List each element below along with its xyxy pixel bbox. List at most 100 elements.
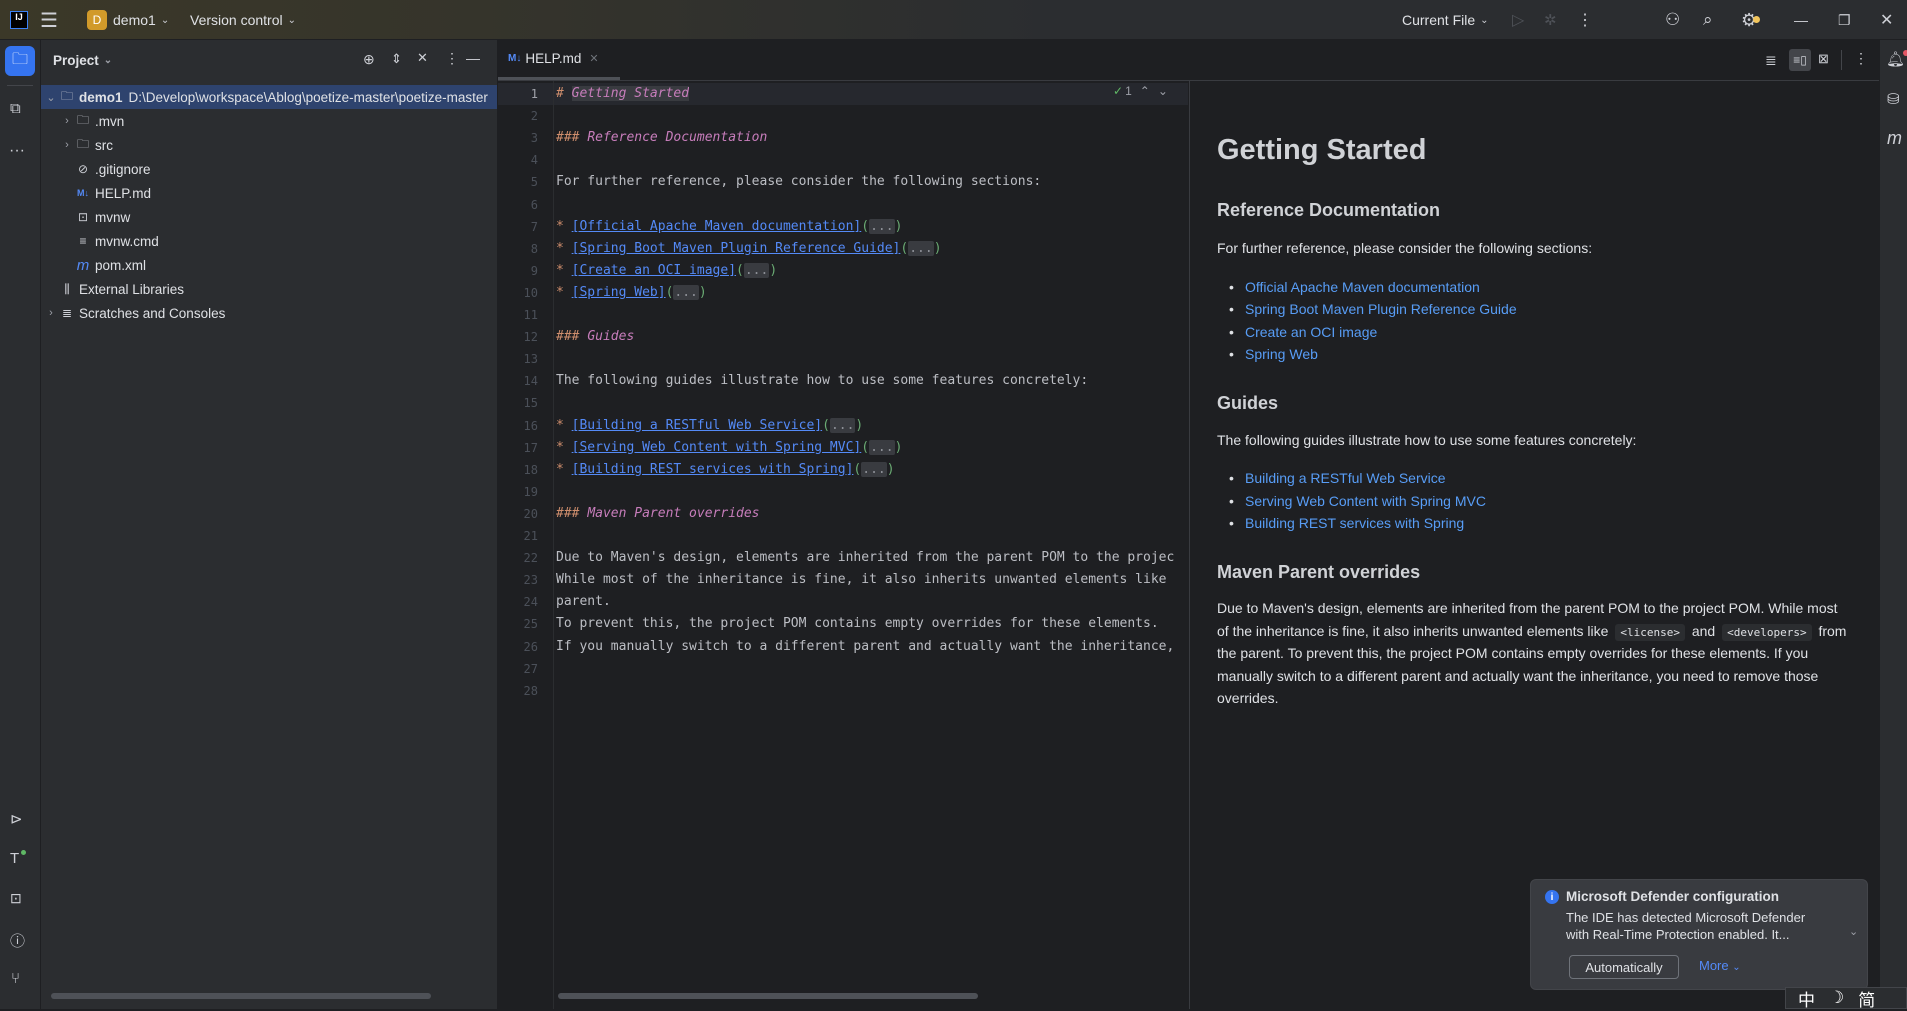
more-actions-button[interactable]: ⋮: [1854, 50, 1868, 67]
tree-item-mvnw-cmd[interactable]: ≡ mvnw.cmd: [41, 229, 497, 253]
close-window-button[interactable]: ✕: [1880, 0, 1893, 40]
code-with-me-button[interactable]: ⚇: [1665, 0, 1680, 40]
split-view-button[interactable]: ≡▯: [1789, 49, 1811, 71]
search-button[interactable]: ⌕: [1703, 0, 1713, 40]
tree-item-external-libraries[interactable]: ⫼ External Libraries: [41, 277, 497, 301]
link-text[interactable]: [Building REST services with Spring]: [572, 462, 854, 477]
build-tool-button[interactable]: T: [10, 850, 26, 867]
folded-url: ...: [673, 284, 699, 300]
restore-button[interactable]: ❐: [1838, 0, 1851, 40]
preview-only-button[interactable]: ⊠: [1818, 51, 1829, 67]
preview-link[interactable]: Spring Web: [1229, 346, 1318, 362]
services-tool-button[interactable]: ⊳: [10, 810, 23, 828]
run-services-icon: ⊳: [10, 811, 23, 828]
code-line[interactable]: ### Guides: [556, 326, 634, 348]
tree-item-pom-xml[interactable]: m pom.xml: [41, 253, 497, 277]
tab-help-md[interactable]: M↓ HELP.md ✕: [498, 40, 620, 80]
expand-notification-icon[interactable]: ⌄: [1849, 925, 1858, 938]
preview-link[interactable]: Spring Boot Maven Plugin Reference Guide: [1229, 301, 1517, 317]
chevron-up-icon[interactable]: ⌃: [1140, 84, 1150, 98]
code-line[interactable]: Due to Maven's design, elements are inhe…: [556, 547, 1174, 569]
options-button[interactable]: ⋮: [445, 50, 459, 67]
notifications-button[interactable]: 🔔︎: [1886, 50, 1907, 68]
run-button[interactable]: ▷: [1512, 0, 1524, 40]
preview-link[interactable]: Building REST services with Spring: [1229, 515, 1464, 531]
preview-link[interactable]: Building a RESTful Web Service: [1229, 470, 1445, 486]
code-line[interactable]: The following guides illustrate how to u…: [556, 370, 1088, 392]
info-icon: i: [1545, 890, 1559, 904]
code-line[interactable]: * [Building REST services with Spring](.…: [556, 459, 895, 481]
inspection-widget[interactable]: ✓ 1 ⌃ ⌄: [1113, 84, 1168, 98]
notification-body: The IDE has detected Microsoft Defender: [1566, 910, 1806, 925]
link-text[interactable]: [Official Apache Maven documentation]: [572, 219, 862, 234]
code-line[interactable]: # Getting Started: [556, 83, 690, 105]
code-line[interactable]: * [Create an OCI image](...): [556, 260, 777, 282]
code-line[interactable]: parent.: [556, 591, 611, 613]
code-line[interactable]: * [Serving Web Content with Spring MVC](…: [556, 437, 902, 459]
collapse-all-button[interactable]: ✕: [417, 50, 428, 66]
code-line[interactable]: ### Reference Documentation: [556, 127, 767, 149]
link-text[interactable]: [Building a RESTful Web Service]: [572, 418, 822, 433]
code-line[interactable]: ### Maven Parent overrides: [556, 503, 760, 525]
tree-item-demo1[interactable]: ⌄ 🗀 demo1 D:\Develop\workspace\Ablog\poe…: [41, 85, 497, 109]
line-number: 26: [523, 639, 538, 654]
code-line[interactable]: While most of the inheritance is fine, i…: [556, 569, 1166, 591]
editor-horizontal-scrollbar[interactable]: [558, 993, 978, 999]
tree-item-scratches[interactable]: › ≣ Scratches and Consoles: [41, 301, 497, 325]
tree-item-mvn[interactable]: › 🗀 .mvn: [41, 109, 497, 133]
automatically-button[interactable]: Automatically: [1569, 955, 1679, 979]
expand-all-button[interactable]: ⇕: [391, 51, 402, 67]
git-tool-button[interactable]: ⑂: [11, 970, 20, 987]
problems-tool-button[interactable]: ⓘ: [10, 930, 25, 951]
line-number: 8: [530, 241, 538, 256]
folded-url: ...: [829, 417, 856, 433]
editor-only-button[interactable]: ≣: [1765, 52, 1777, 69]
settings-button[interactable]: ⚙: [1741, 0, 1761, 40]
run-config-selector[interactable]: Current File ⌄: [1402, 0, 1489, 40]
tree-item-gitignore[interactable]: ⊘ .gitignore: [41, 157, 497, 181]
app-logo[interactable]: IJ: [10, 0, 28, 40]
locate-file-button[interactable]: ⊕: [363, 51, 375, 68]
more-dropdown[interactable]: More ⌄: [1699, 958, 1741, 973]
more-vertical-icon: ⋮: [1854, 50, 1868, 66]
preview-link[interactable]: Official Apache Maven documentation: [1229, 279, 1480, 295]
link-text[interactable]: [Spring Web]: [572, 285, 666, 300]
list-bullet: *: [556, 461, 572, 477]
tree-item-mvnw[interactable]: ⊡ mvnw: [41, 205, 497, 229]
database-button[interactable]: ⛁: [1887, 90, 1900, 108]
link-text[interactable]: [Serving Web Content with Spring MVC]: [572, 440, 862, 455]
project-tool-button[interactable]: 🗀: [5, 46, 35, 76]
structure-tool-button[interactable]: ⧉: [10, 100, 21, 117]
version-control-menu[interactable]: Version control ⌄: [190, 0, 296, 40]
terminal-tool-button[interactable]: ⊡: [10, 890, 22, 907]
tree-item-help-md[interactable]: M↓ HELP.md: [41, 181, 497, 205]
main-menu-button[interactable]: ☰: [40, 0, 58, 40]
code-line[interactable]: To prevent this, the project POM contain…: [556, 613, 1159, 635]
more-actions-button[interactable]: ⋮: [1577, 0, 1593, 40]
code-line[interactable]: If you manually switch to a different pa…: [556, 636, 1174, 658]
minimize-button[interactable]: —: [1794, 0, 1808, 40]
code-line[interactable]: * [Spring Web](...): [556, 282, 707, 304]
code-line[interactable]: * [Building a RESTful Web Service](...): [556, 415, 863, 437]
panel-title: Project: [53, 52, 99, 68]
horizontal-scrollbar[interactable]: [51, 993, 431, 999]
project-switcher[interactable]: D demo1 ⌄: [87, 0, 169, 40]
tree-item-src[interactable]: › 🗀 src: [41, 133, 497, 157]
link-text[interactable]: [Create an OCI image]: [572, 263, 736, 278]
maven-button[interactable]: m: [1887, 128, 1902, 149]
more-tools-button[interactable]: ···: [9, 142, 25, 160]
link-text[interactable]: [Spring Boot Maven Plugin Reference Guid…: [572, 241, 901, 256]
preview-link[interactable]: Serving Web Content with Spring MVC: [1229, 493, 1486, 509]
project-view-selector[interactable]: Project ⌄: [53, 40, 112, 80]
close-tab-icon[interactable]: ✕: [589, 52, 598, 65]
chevron-down-icon[interactable]: ⌄: [1158, 84, 1168, 98]
code-line[interactable]: * [Spring Boot Maven Plugin Reference Gu…: [556, 238, 942, 260]
code-line[interactable]: For further reference, please consider t…: [556, 171, 1041, 193]
hide-panel-button[interactable]: —: [466, 50, 480, 66]
preview-link[interactable]: Create an OCI image: [1229, 324, 1377, 340]
debug-button[interactable]: ✲: [1544, 0, 1557, 40]
restore-icon: ❐: [1838, 11, 1851, 28]
code-line[interactable]: * [Official Apache Maven documentation](…: [556, 216, 902, 238]
preview-heading-reference: Reference Documentation: [1217, 200, 1441, 220]
ime-indicator[interactable]: 中 ☽ 简: [1785, 987, 1907, 1010]
